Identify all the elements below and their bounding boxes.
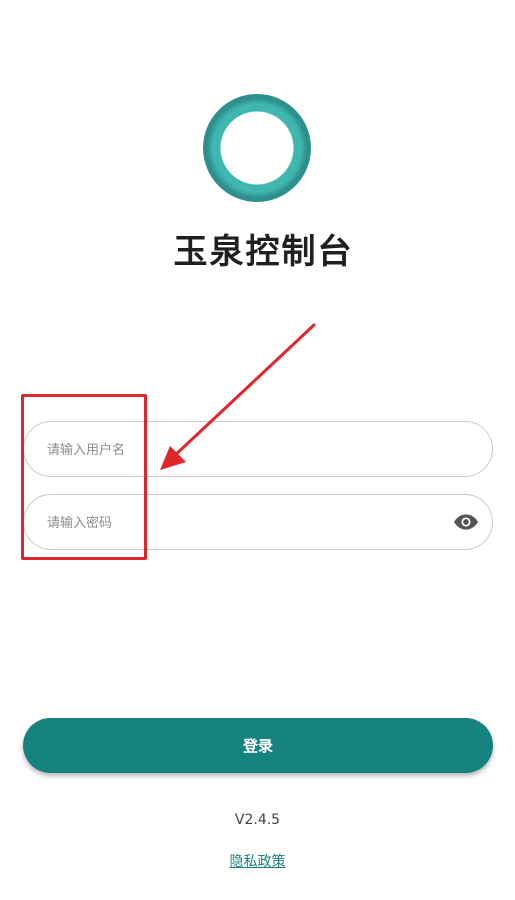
privacy-policy-link[interactable]: 隐私政策 — [230, 854, 286, 870]
password-input[interactable] — [45, 495, 449, 551]
username-input[interactable] — [45, 422, 449, 478]
app-title: 玉泉控制台 — [173, 232, 354, 272]
login-button[interactable]: 登录 — [23, 718, 493, 773]
version-label: V2.4.5 — [234, 812, 281, 828]
username-field-container[interactable] — [23, 421, 493, 478]
ring-logo-icon — [203, 94, 311, 202]
privacy-container: 隐私政策 — [0, 851, 515, 871]
password-field-container[interactable] — [23, 494, 493, 551]
eye-icon[interactable] — [453, 511, 479, 533]
